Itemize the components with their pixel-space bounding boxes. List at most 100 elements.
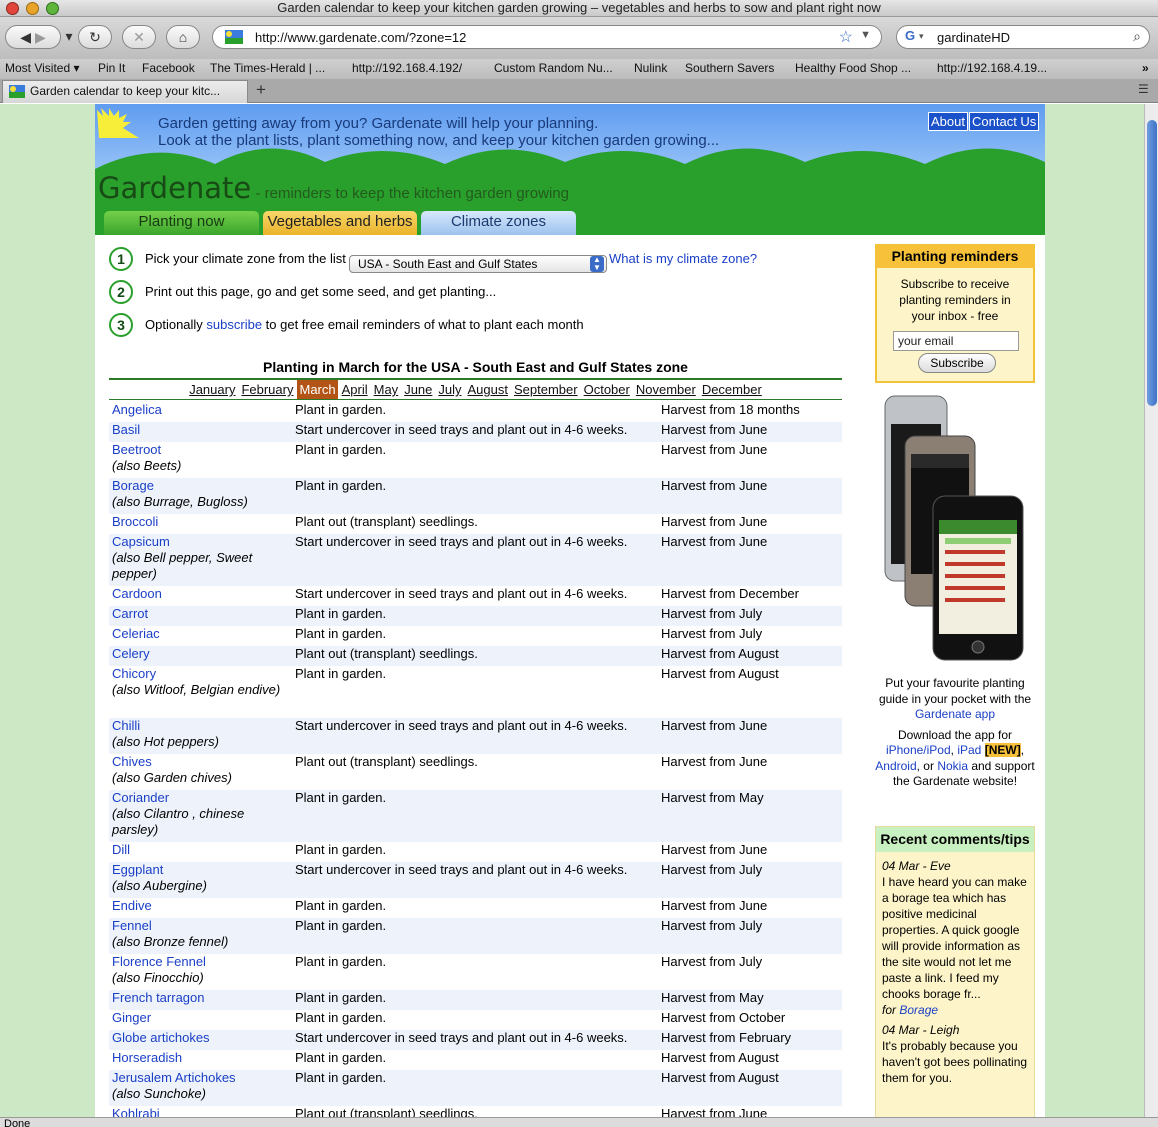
reload-button[interactable]: ↻ bbox=[78, 25, 112, 49]
subscribe-button[interactable]: Subscribe bbox=[918, 353, 996, 373]
bookmark-times-herald[interactable]: The Times-Herald | ... bbox=[210, 59, 325, 78]
android-link[interactable]: Android bbox=[875, 759, 916, 773]
plant-link[interactable]: Globe artichokes bbox=[112, 1030, 210, 1045]
plant-link[interactable]: Eggplant bbox=[112, 862, 163, 877]
plant-link[interactable]: Chilli bbox=[112, 718, 140, 733]
plant-link[interactable]: Ginger bbox=[112, 1010, 151, 1025]
search-input[interactable]: gardinateHD bbox=[937, 30, 1010, 45]
climate-zone-help-link[interactable]: What is my climate zone? bbox=[609, 251, 757, 266]
plant-name-cell: Ginger bbox=[112, 1010, 292, 1026]
plant-link[interactable]: Kohlrabi bbox=[112, 1106, 160, 1117]
nokia-link[interactable]: Nokia bbox=[937, 759, 968, 773]
month-link-april[interactable]: April bbox=[340, 380, 370, 399]
plant-link[interactable]: Capsicum bbox=[112, 534, 170, 549]
bookmark-nulink[interactable]: Nulink bbox=[634, 59, 667, 78]
close-window-icon[interactable] bbox=[6, 2, 19, 15]
home-button[interactable]: ⌂ bbox=[166, 25, 200, 49]
plant-link[interactable]: Chives bbox=[112, 754, 152, 769]
plant-link[interactable]: Endive bbox=[112, 898, 152, 913]
plant-link[interactable]: Carrot bbox=[112, 606, 148, 621]
plant-link[interactable]: Celeriac bbox=[112, 626, 160, 641]
plant-alias: (also Bronze fennel) bbox=[112, 934, 229, 949]
vertical-scrollbar[interactable] bbox=[1144, 104, 1158, 1117]
month-link-october[interactable]: October bbox=[582, 380, 632, 399]
subscribe-link[interactable]: subscribe bbox=[206, 317, 262, 332]
minimize-window-icon[interactable] bbox=[26, 2, 39, 15]
plant-link[interactable]: Celery bbox=[112, 646, 150, 661]
plant-link[interactable]: Horseradish bbox=[112, 1050, 182, 1065]
back-icon[interactable]: ◀ bbox=[20, 29, 31, 45]
bookmark-ip-1[interactable]: http://192.168.4.192/ bbox=[352, 59, 462, 78]
bookmark-most-visited[interactable]: Most Visited ▾ bbox=[5, 59, 80, 78]
comment-author: 04 Mar - Eve bbox=[882, 859, 951, 873]
bookmark-custom-random[interactable]: Custom Random Nu... bbox=[494, 59, 613, 78]
forward-icon[interactable]: ▶ bbox=[35, 29, 46, 45]
bookmark-healthy-food[interactable]: Healthy Food Shop ... bbox=[795, 59, 911, 78]
bookmark-pin-it[interactable]: Pin It bbox=[98, 59, 125, 78]
plant-link[interactable]: Cardoon bbox=[112, 586, 162, 601]
month-link-september[interactable]: September bbox=[512, 380, 580, 399]
plant-link[interactable]: Fennel bbox=[112, 918, 152, 933]
plant-link[interactable]: Dill bbox=[112, 842, 130, 857]
plant-link[interactable]: Chicory bbox=[112, 666, 156, 681]
planting-action-cell: Plant in garden. bbox=[295, 666, 387, 681]
month-link-july[interactable]: July bbox=[436, 380, 463, 399]
about-link[interactable]: About bbox=[928, 112, 968, 131]
bookmarks-overflow-icon[interactable]: » bbox=[1142, 59, 1149, 78]
planting-action-cell: Plant in garden. bbox=[295, 402, 387, 417]
stop-button[interactable]: ✕ bbox=[122, 25, 156, 49]
plant-link[interactable]: Florence Fennel bbox=[112, 954, 206, 969]
reminders-title: Planting reminders bbox=[877, 246, 1033, 268]
tab-vegetables-herbs[interactable]: Vegetables and herbs bbox=[263, 211, 417, 235]
email-field[interactable]: your email bbox=[893, 331, 1019, 351]
tab-list-icon[interactable]: ☰ bbox=[1138, 82, 1149, 96]
scrollbar-thumb[interactable] bbox=[1147, 120, 1157, 406]
zoom-window-icon[interactable] bbox=[46, 2, 59, 15]
ipad-link[interactable]: iPad bbox=[957, 743, 981, 757]
phones-image[interactable] bbox=[883, 394, 1028, 662]
search-icon[interactable]: ⌕ bbox=[1133, 28, 1141, 45]
tab-climate-zones[interactable]: Climate zones bbox=[421, 211, 576, 235]
month-link-february[interactable]: February bbox=[239, 380, 295, 399]
bookmark-southern-savers[interactable]: Southern Savers bbox=[685, 59, 774, 78]
site-logo[interactable]: Gardenate - reminders to keep the kitche… bbox=[98, 171, 569, 205]
gardenate-app-link[interactable]: Gardenate app bbox=[915, 707, 995, 721]
tab-planting-now[interactable]: Planting now bbox=[104, 211, 259, 235]
reminders-text: Subscribe to receive planting reminders … bbox=[899, 277, 1011, 323]
plant-link[interactable]: Broccoli bbox=[112, 514, 158, 529]
plant-name-cell: Globe artichokes bbox=[112, 1030, 292, 1046]
month-link-may[interactable]: May bbox=[372, 380, 401, 399]
iphone-link[interactable]: iPhone/iPod bbox=[886, 743, 951, 757]
back-forward-buttons[interactable]: ◀ ▶ bbox=[5, 25, 61, 49]
plant-link[interactable]: Borage bbox=[112, 478, 154, 493]
plant-link[interactable]: Coriander bbox=[112, 790, 169, 805]
history-dropdown-icon[interactable]: ▾ bbox=[63, 25, 75, 49]
google-icon[interactable]: G bbox=[905, 28, 915, 43]
planting-reminders-box: Planting reminders Subscribe to receive … bbox=[875, 244, 1035, 383]
month-link-november[interactable]: November bbox=[634, 380, 698, 399]
month-link-january[interactable]: January bbox=[187, 380, 237, 399]
plant-link[interactable]: Basil bbox=[112, 422, 140, 437]
month-link-march[interactable]: March bbox=[297, 380, 338, 399]
search-engine-dropdown-icon[interactable]: ▾ bbox=[919, 31, 924, 42]
plant-link[interactable]: Beetroot bbox=[112, 442, 161, 457]
status-bar: Done bbox=[0, 1117, 1158, 1127]
bookmark-facebook[interactable]: Facebook bbox=[142, 59, 195, 78]
comment-plant-link[interactable]: Borage bbox=[899, 1003, 938, 1017]
planting-action-cell: Plant out (transplant) seedlings. bbox=[295, 646, 478, 661]
bookmark-ip-2[interactable]: http://192.168.4.19... bbox=[937, 59, 1047, 78]
search-bar[interactable]: G ▾ gardinateHD ⌕ bbox=[896, 25, 1150, 49]
plant-link[interactable]: Jerusalem Artichokes bbox=[112, 1070, 236, 1085]
month-link-august[interactable]: August bbox=[466, 380, 510, 399]
new-tab-button[interactable]: + bbox=[256, 80, 266, 100]
tab-active[interactable]: Garden calendar to keep your kitc... bbox=[2, 80, 248, 103]
climate-zone-select[interactable]: USA - South East and Gulf States ▲ ▼ bbox=[349, 255, 607, 273]
contact-link[interactable]: Contact Us bbox=[969, 112, 1040, 131]
plant-link[interactable]: Angelica bbox=[112, 402, 162, 417]
url-bar[interactable]: http://www.gardenate.com/?zone=12 ☆ ▼ bbox=[212, 25, 882, 49]
month-link-december[interactable]: December bbox=[700, 380, 764, 399]
month-link-june[interactable]: June bbox=[402, 380, 434, 399]
bookmark-star-icon[interactable]: ☆ bbox=[839, 27, 853, 47]
plant-link[interactable]: French tarragon bbox=[112, 990, 205, 1005]
url-dropdown-icon[interactable]: ▼ bbox=[860, 29, 871, 41]
